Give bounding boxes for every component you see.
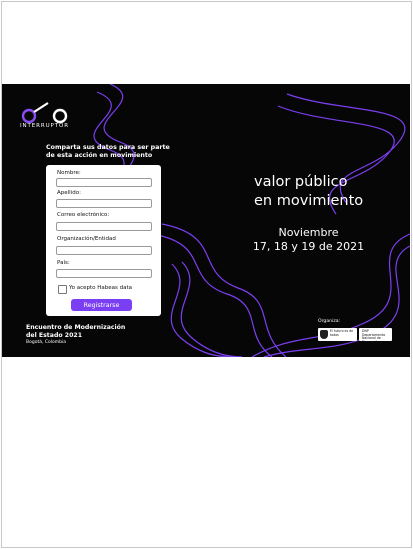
event-dates: Noviembre 17, 18 y 19 de 2021 (251, 226, 366, 254)
event-name-line-1: Encuentro de Modernización (26, 324, 126, 331)
headline-line-1: valor público (254, 174, 348, 190)
email-input[interactable] (56, 222, 152, 231)
registration-form: Nombre: Apellido: Correo electrónico: Or… (46, 165, 161, 316)
habeas-data-checkbox[interactable] (58, 285, 67, 294)
country-input[interactable] (56, 269, 152, 278)
last-name-input[interactable] (56, 199, 152, 208)
organizer-2-text: DNP Departamento Nacional de Planeación (362, 329, 386, 344)
event-name-line-2: del Estado 2021 (26, 332, 82, 339)
organizer-1-text: El futuro es de todos (330, 329, 354, 337)
last-name-label: Apellido: (57, 190, 81, 196)
logo-text: INTERRUPTOR (20, 123, 69, 129)
first-name-input[interactable] (56, 178, 152, 187)
form-title: Comparta sus datos para ser parte de est… (46, 144, 170, 159)
first-name-label: Nombre: (57, 170, 81, 176)
dates-month: Noviembre (278, 226, 339, 239)
headline: valor público en movimiento (254, 173, 363, 211)
headline-line-2: en movimiento (254, 193, 364, 209)
organizers-label: Organiza: (318, 319, 341, 324)
country-label: País: (57, 260, 70, 266)
register-button[interactable]: Registrarse (71, 299, 132, 311)
organization-input[interactable] (56, 246, 152, 255)
organizer-logo-1: El futuro es de todos (318, 328, 357, 341)
organization-label: Organización/Entidad (57, 236, 116, 242)
dates-days: 17, 18 y 19 de 2021 (252, 240, 365, 253)
event-name: Encuentro de Modernización del Estado 20… (26, 324, 125, 340)
organizer-logo-2: DNP Departamento Nacional de Planeación (359, 328, 392, 344)
email-label: Correo electrónico: (57, 212, 110, 218)
event-banner: INTERRUPTOR Comparta sus datos para ser … (2, 84, 410, 357)
coat-of-arms-icon (320, 330, 328, 339)
habeas-data-label: Yo acepto Habeas data (69, 285, 133, 291)
event-place: Bogotá, Colombia (26, 340, 66, 345)
